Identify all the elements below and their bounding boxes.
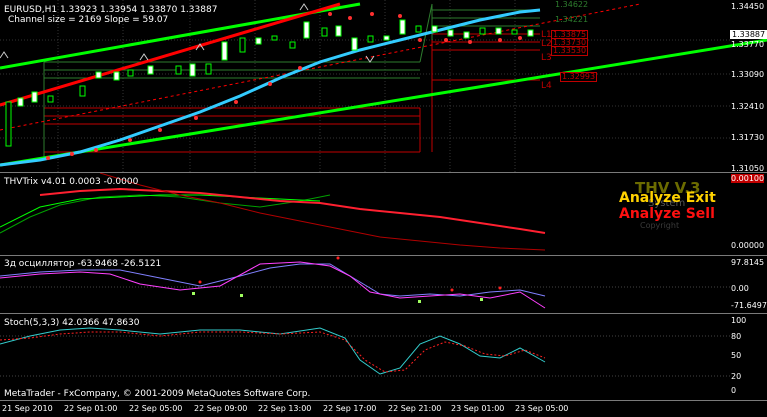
stochastic-panel[interactable]: Stoch(5,3,3) 42.0366 47.8630 100 80 50 2…	[0, 314, 767, 400]
current-price-tag: 1.33887	[730, 30, 767, 39]
symbol-title: EURUSD,H1 1.33923 1.33954 1.33870 1.3388…	[4, 5, 218, 15]
stoch-scale-50: 50	[731, 351, 742, 360]
price-scale-3: 1.33090	[731, 70, 765, 79]
main-chart[interactable]: EURUSD,H1 1.33923 1.33954 1.33870 1.3388…	[0, 0, 767, 172]
thv-scale-2: 0.00000	[731, 241, 765, 250]
stochastic-label: Stoch(5,3,3) 42.0366 47.8630	[4, 318, 140, 328]
main-chart-canvas	[0, 0, 767, 172]
time-label-5: 22 Sep 13:00	[258, 404, 312, 413]
time-label-9: 23 Sep 05:00	[515, 404, 569, 413]
level-price-4: 1.32993	[560, 72, 598, 82]
channel-info: Channel size = 2169 Slope = 59.07	[8, 15, 169, 25]
thv-scale-1: 0.00100	[731, 174, 765, 183]
upper-level-1: 1.34622	[555, 0, 589, 9]
upper-level-2: 1.34221	[555, 15, 589, 24]
level-label-2: L2	[541, 39, 552, 49]
osc-scale-3: -71.6497	[731, 301, 767, 310]
level-label-3: L3	[541, 53, 552, 63]
time-label-7: 22 Sep 21:00	[388, 404, 442, 413]
time-label-6: 22 Sep 17:00	[323, 404, 377, 413]
price-scale-4: 1.32410	[731, 102, 765, 111]
time-label-8: 23 Sep 01:00	[451, 404, 505, 413]
analyze-exit: Analyze Exit	[619, 190, 716, 206]
time-label-1: 21 Sep 2010	[2, 404, 53, 413]
thv-copyright: Copyright	[640, 221, 680, 230]
stoch-scale-0: 0	[731, 386, 737, 395]
thv-label: THVTrix v4.01 0.0003 -0.0000	[4, 177, 139, 187]
time-label-3: 22 Sep 05:00	[129, 404, 183, 413]
level-label-4: L4	[541, 81, 552, 91]
price-scale-2: 1.33770	[731, 40, 765, 49]
oscillator-label: 3д осциллятор -63.9468 -26.5121	[4, 259, 162, 269]
time-label-2: 22 Sep 01:00	[64, 404, 118, 413]
stoch-scale-20: 20	[731, 372, 742, 381]
osc-scale-2: 0.00	[731, 284, 749, 293]
stoch-scale-100: 100	[731, 316, 747, 325]
price-scale-5: 1.31730	[731, 133, 765, 142]
copyright-text: MetaTrader - FxCompany, © 2001-2009 Meta…	[4, 389, 311, 399]
stoch-scale-80: 80	[731, 332, 742, 341]
osc-scale-1: 97.8145	[731, 258, 765, 267]
analyze-sell: Analyze Sell	[619, 206, 715, 222]
thv-panel[interactable]: THVTrix v4.01 0.0003 -0.0000 THV V.3 Sys…	[0, 173, 767, 255]
oscillator-panel[interactable]: 3д осциллятор -63.9468 -26.5121 97.8145 …	[0, 256, 767, 313]
level-price-3: 1.33530	[551, 46, 589, 56]
price-scale-1: 1.34450	[731, 2, 765, 11]
time-label-4: 22 Sep 09:00	[194, 404, 248, 413]
price-scale-6: 1.31050	[731, 164, 765, 172]
